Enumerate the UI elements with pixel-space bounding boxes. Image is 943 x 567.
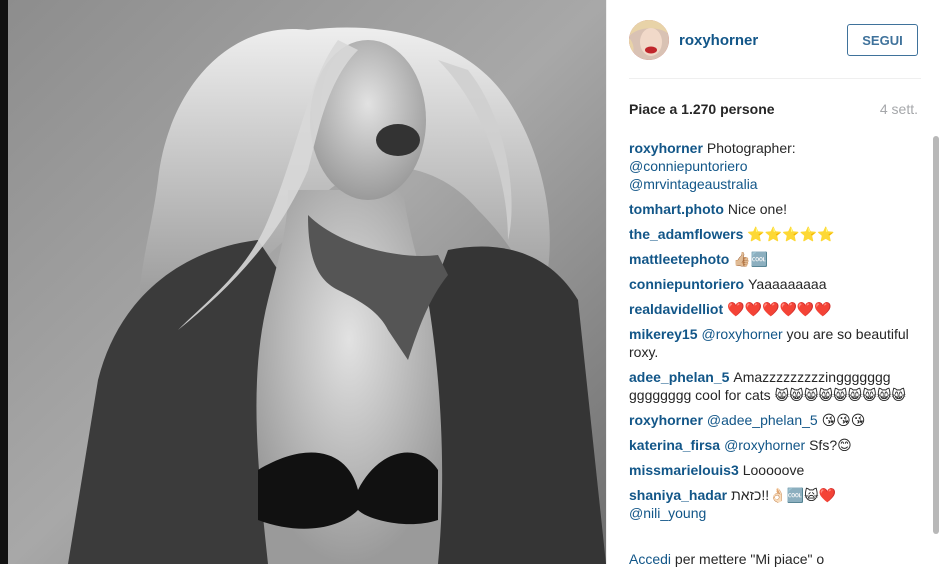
comment-text: ⭐⭐⭐⭐⭐ [747,226,835,242]
post-side-panel: roxyhorner SEGUI Piace a 1.270 persone 4… [606,0,943,567]
comment-text: Looooove [742,462,805,478]
photo-illustration [8,0,606,564]
comment-item: conniepuntoriero Yaaaaaaaaa [629,275,911,293]
comment-text: Nice one! [727,201,788,217]
comment-username[interactable]: tomhart.photo [629,201,724,217]
comment-mention[interactable]: @nili_young [629,505,706,521]
scrollbar-thumb[interactable] [933,136,939,534]
comment-item: mikerey15 @roxyhorner you are so beautifu… [629,325,911,361]
comment-text: כזאת!!👌🏻🆒🙀❤️ [731,487,837,503]
avatar-photo-icon [629,20,669,60]
comments-list: roxyhorner Photographer: @conniepuntorier… [629,139,911,537]
comment-item: tomhart.photo Nice one! [629,200,911,218]
login-link[interactable]: Accedi [629,551,671,567]
comment-mention[interactable]: @roxyhorner [702,326,783,342]
comment-username[interactable]: mattleetephoto [629,251,729,267]
comment-mention[interactable]: @roxyhorner [724,437,805,453]
comment-username[interactable]: roxyhorner [629,412,703,428]
comment-item: realdavidelliot ❤️❤️❤️❤️❤️❤️ [629,300,911,318]
comment-text: 😘😘😘 [821,412,866,428]
comment-username[interactable]: mikerey15 [629,326,698,342]
comment-username[interactable]: conniepuntoriero [629,276,744,292]
comment-mention[interactable]: @conniepuntoriero [629,158,748,174]
comment-text: ❤️❤️❤️❤️❤️❤️ [727,301,832,317]
comment-text: Photographer: [706,140,796,156]
comment-item: mattleetephoto 👍🏼🆒 [629,250,911,268]
login-prompt-text: per mettere "Mi piace" o [674,551,825,567]
comment-username[interactable]: the_adamflowers [629,226,743,242]
post-header: roxyhorner SEGUI [629,20,919,60]
left-edge [0,0,8,564]
comment-item: missmarielouis3 Looooove [629,461,911,479]
comment-mention[interactable]: @mrvintageaustralia [629,176,758,192]
comment-text: Sfs?😊 [809,437,852,453]
comment-username[interactable]: missmarielouis3 [629,462,739,478]
comment-text: 👍🏼🆒 [733,251,769,267]
comments-scrollbar[interactable] [931,130,941,540]
comment-text: Yaaaaaaaaa [748,276,827,292]
comment-item: katerina_firsa @roxyhorner Sfs?😊 [629,436,911,454]
post-time[interactable]: 4 sett. [880,101,918,117]
comment-item: roxyhorner @adee_phelan_5 😘😘😘 [629,411,911,429]
header-divider [629,78,921,79]
comment-username[interactable]: realdavidelliot [629,301,723,317]
comment-username[interactable]: shaniya_hadar [629,487,727,503]
comment-item: adee_phelan_5 Amazzzzzzzzzinggggggg ggggg… [629,368,911,404]
likes-count[interactable]: Piace a 1.270 persone [629,101,775,117]
post-photo[interactable] [8,0,606,564]
comment-username[interactable]: adee_phelan_5 [629,369,729,385]
comment-item: the_adamflowers ⭐⭐⭐⭐⭐ [629,225,911,243]
login-prompt: Accedi per mettere "Mi piace" o [629,551,824,567]
comment-mention[interactable]: @adee_phelan_5 [707,412,818,428]
follow-button[interactable]: SEGUI [847,24,918,56]
post-author-username[interactable]: roxyhorner [679,32,758,49]
comment-item: roxyhorner Photographer: @conniepuntorier… [629,139,911,193]
comment-username[interactable]: katerina_firsa [629,437,720,453]
avatar[interactable] [629,20,669,60]
comment-username[interactable]: roxyhorner [629,140,703,156]
comment-item: shaniya_hadar כזאת!!👌🏻🆒🙀❤️ @nili_young [629,486,911,522]
